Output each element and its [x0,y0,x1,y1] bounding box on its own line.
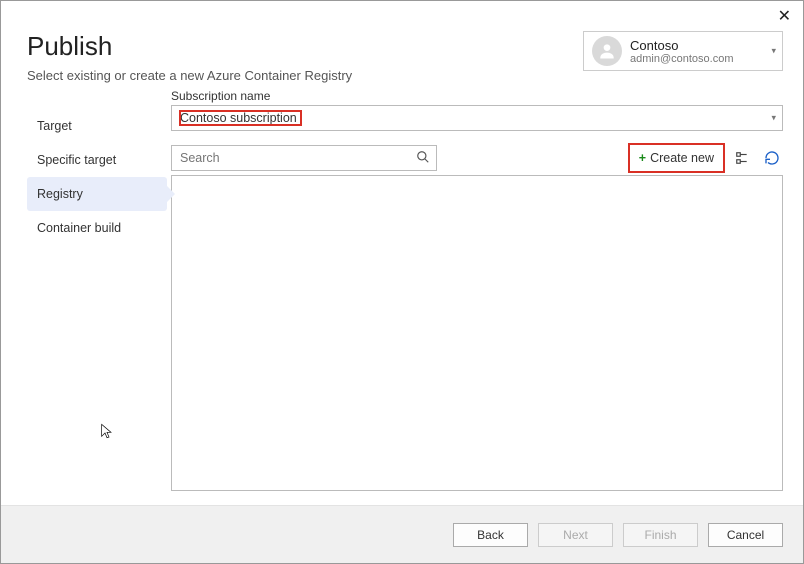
plus-icon: + [639,151,646,165]
search-field[interactable] [178,150,416,166]
tree-view-icon[interactable] [731,147,753,169]
main-panel: Subscription name Contoso subscription ▾… [167,89,783,505]
sidebar-item-specific-target[interactable]: Specific target [27,143,167,177]
title-block: Publish Select existing or create a new … [27,31,352,83]
cancel-button[interactable]: Cancel [708,523,783,547]
wizard-sidebar: Target Specific target Registry Containe… [27,89,167,505]
account-email: admin@contoso.com [630,53,734,65]
page-subtitle: Select existing or create a new Azure Co… [27,68,352,83]
footer: Back Next Finish Cancel [1,505,803,563]
publish-dialog: ✕ Publish Select existing or create a ne… [0,0,804,564]
sidebar-item-registry[interactable]: Registry [27,177,167,211]
close-icon[interactable]: ✕ [778,9,791,25]
back-button[interactable]: Back [453,523,528,547]
sidebar-item-target[interactable]: Target [27,109,167,143]
search-icon [416,150,430,167]
subscription-label: Subscription name [171,89,783,103]
chevron-down-icon: ▾ [771,46,776,57]
sidebar-item-container-build[interactable]: Container build [27,211,167,245]
account-picker[interactable]: Contoso admin@contoso.com ▾ [583,31,783,71]
account-name: Contoso [630,38,734,53]
page-title: Publish [27,31,352,62]
subscription-value: Contoso subscription [180,111,301,125]
avatar-icon [592,36,622,66]
create-new-button[interactable]: + Create new [630,145,723,171]
refresh-icon[interactable] [761,147,783,169]
header: Publish Select existing or create a new … [1,1,803,89]
create-new-label: Create new [650,151,714,165]
registry-results-pane[interactable] [171,175,783,491]
chevron-down-icon: ▾ [771,113,776,124]
search-input[interactable] [171,145,437,171]
finish-button: Finish [623,523,698,547]
next-button: Next [538,523,613,547]
subscription-combo[interactable]: Contoso subscription ▾ [171,105,783,131]
